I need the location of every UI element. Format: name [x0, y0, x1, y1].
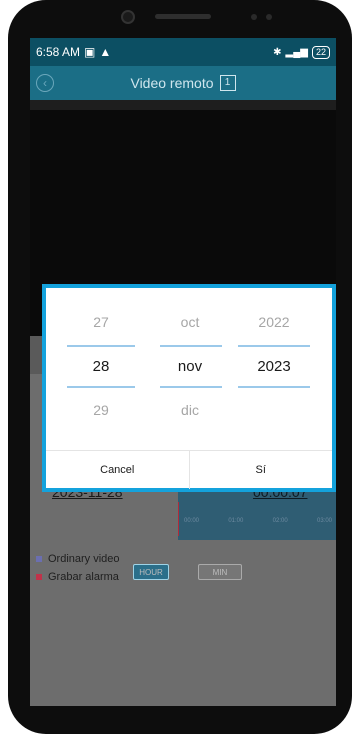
month-selected[interactable]: nov: [150, 358, 230, 375]
timeline-tick: 02:00: [272, 518, 288, 524]
bluetooth-icon: ✱: [273, 46, 282, 58]
status-time: 6:58 AM: [36, 45, 81, 59]
year-wheel[interactable]: 2022 2023: [234, 288, 314, 450]
status-bar: 6:58 AM ▣ ▲ ✱ ▂▄▆ 22: [30, 38, 336, 66]
chevron-left-icon: ‹: [43, 76, 47, 90]
legend-alarm-label: Grabar alarma: [48, 571, 119, 583]
warning-icon: ▲: [99, 45, 112, 59]
timeline-tick: 01:00: [228, 518, 244, 524]
earpiece-speaker: [155, 14, 211, 19]
ordinary-swatch: [36, 556, 42, 562]
alarm-swatch: [36, 574, 42, 580]
month-divider-bottom: [160, 386, 222, 388]
day-next[interactable]: 29: [61, 402, 141, 418]
back-button[interactable]: ‹: [36, 74, 54, 92]
signal-icon: ▂▄▆: [285, 46, 308, 58]
month-divider-top: [160, 345, 222, 347]
legend-ordinary: Ordinary video: [36, 550, 120, 568]
light-sensor: [266, 14, 272, 20]
confirm-button[interactable]: Sí: [188, 451, 333, 489]
year-divider-bottom: [238, 386, 310, 388]
cancel-button[interactable]: Cancel: [46, 451, 189, 489]
page-title: Video remoto: [130, 75, 214, 91]
proximity-sensor: [251, 14, 257, 20]
timeline-ticks: 00:00 01:00 02:00 03:00: [184, 518, 336, 524]
hour-mode-button[interactable]: HOUR: [133, 564, 169, 580]
day-divider-bottom: [67, 386, 135, 388]
day-prev[interactable]: 27: [61, 314, 141, 330]
screen: 6:58 AM ▣ ▲ ✱ ▂▄▆ 22 ‹ Video remoto 1 20…: [30, 38, 336, 706]
timeline-cursor[interactable]: [178, 502, 179, 536]
date-picker: 27 28 29 oct nov dic 2022 2023: [46, 288, 332, 450]
legend-alarm: Grabar alarma: [36, 568, 120, 586]
toolbar-strip: [30, 100, 336, 110]
dialog-buttons: Cancel Sí: [46, 450, 332, 489]
legend: Ordinary video Grabar alarma: [36, 550, 120, 586]
day-divider-top: [67, 345, 135, 347]
month-prev[interactable]: oct: [150, 314, 230, 330]
month-wheel[interactable]: oct nov dic: [150, 288, 230, 450]
date-picker-dialog: 27 28 29 oct nov dic 2022 2023 Cancel Sí: [42, 284, 336, 492]
notification-app-icon: ▣: [84, 45, 96, 59]
day-wheel[interactable]: 27 28 29: [61, 288, 141, 450]
year-selected[interactable]: 2023: [234, 358, 314, 375]
year-prev[interactable]: 2022: [234, 314, 314, 330]
year-divider-top: [238, 345, 310, 347]
timeline-tick: 00:00: [184, 518, 200, 524]
month-next[interactable]: dic: [150, 402, 230, 418]
min-mode-button[interactable]: MIN: [198, 564, 242, 580]
day-selected[interactable]: 28: [61, 358, 141, 375]
app-bar: ‹ Video remoto 1: [30, 66, 336, 100]
battery-indicator: 22: [311, 45, 330, 59]
legend-ordinary-label: Ordinary video: [48, 553, 120, 565]
front-camera: [121, 10, 135, 24]
channel-counter[interactable]: 1: [219, 75, 236, 91]
timeline-tick: 03:00: [316, 518, 332, 524]
